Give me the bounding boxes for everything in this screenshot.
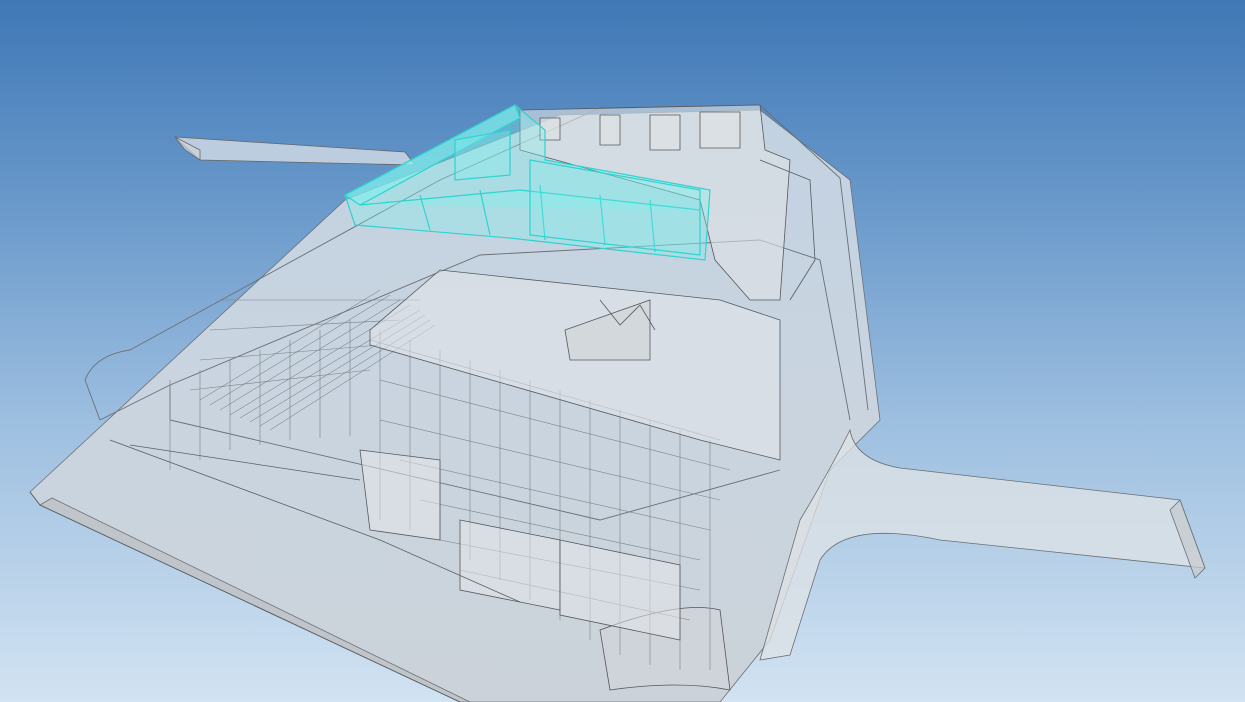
3d-viewport[interactable] — [0, 0, 1245, 702]
building-model[interactable] — [0, 0, 1245, 702]
left-access-ramp — [173, 136, 416, 166]
